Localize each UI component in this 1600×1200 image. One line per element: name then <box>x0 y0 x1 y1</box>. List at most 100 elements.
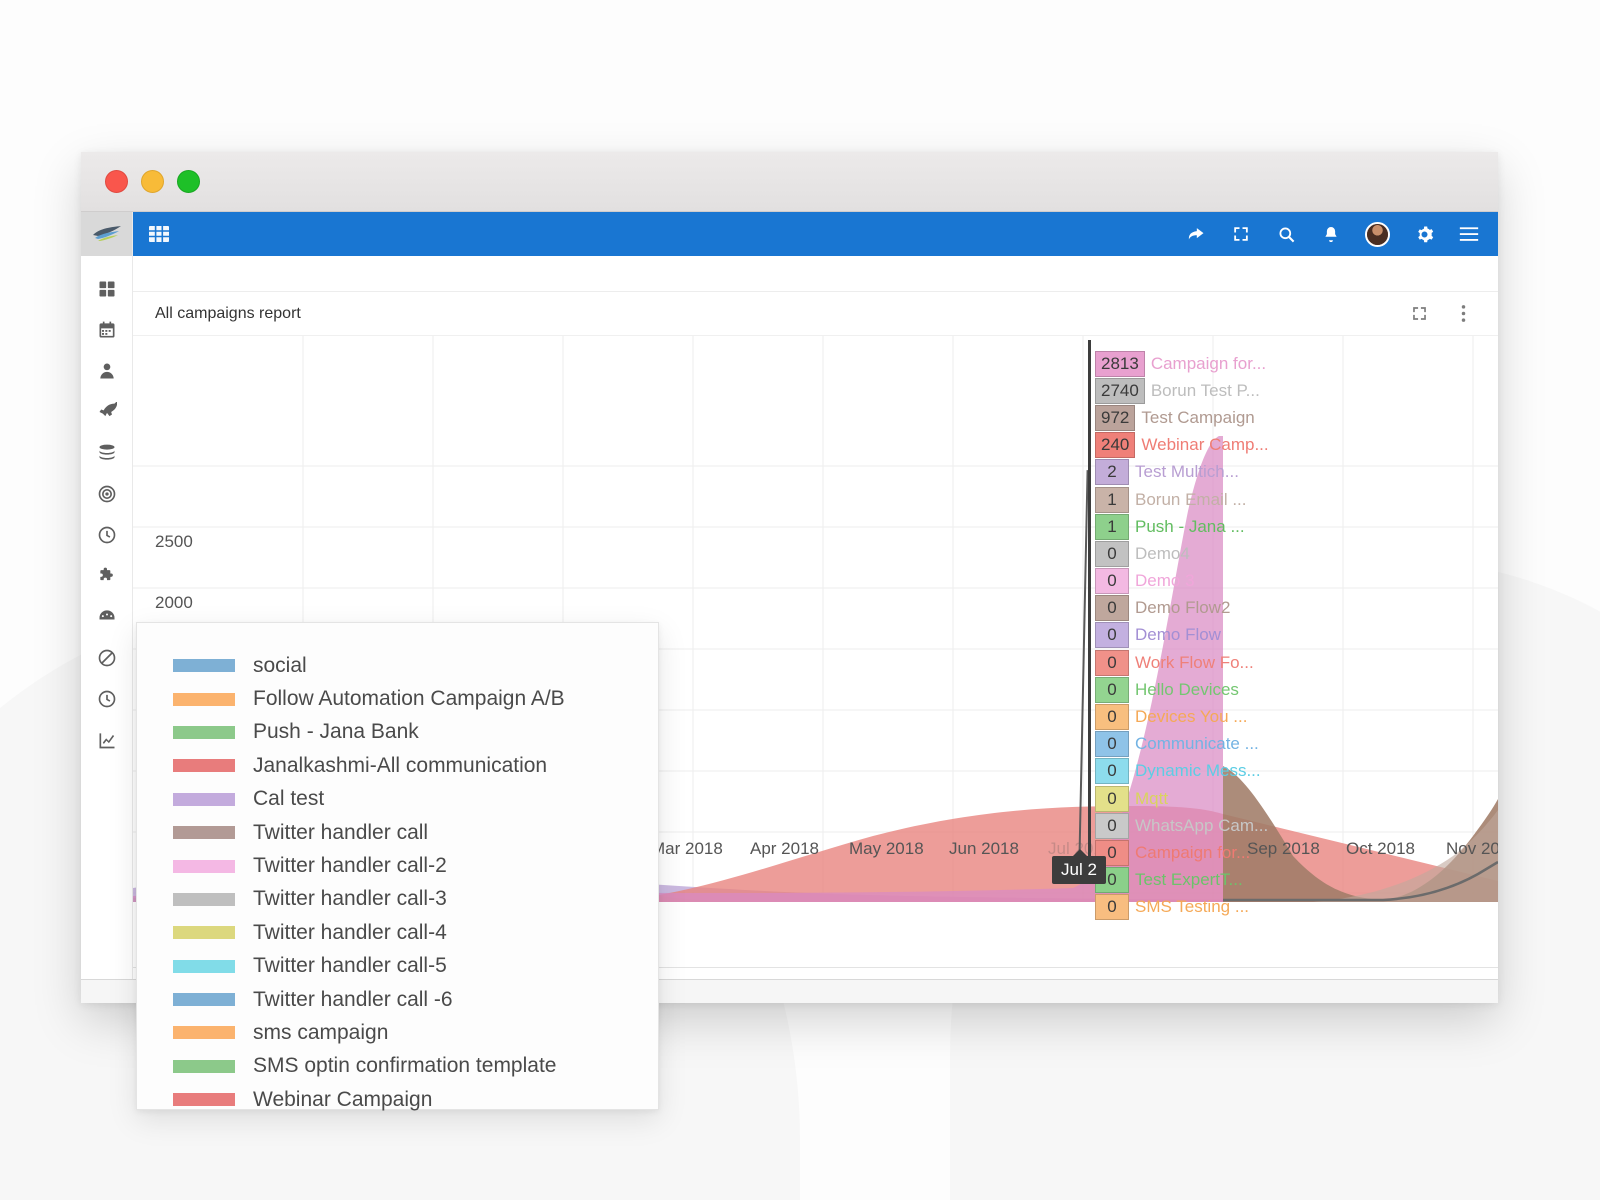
legend-swatch <box>173 926 235 940</box>
tooltip-value: 2813 <box>1095 350 1145 377</box>
app-logo[interactable] <box>81 212 132 256</box>
legend-label: Webinar Campaign <box>253 1087 433 1111</box>
legend-item[interactable]: Webinar Campaign <box>173 1083 658 1116</box>
panel-expand-button[interactable] <box>1408 303 1430 325</box>
top-toolbar <box>133 212 1498 256</box>
gear-icon <box>1417 226 1433 242</box>
tooltip-value: 0 <box>1095 622 1129 649</box>
sidebar-item-goals[interactable] <box>96 483 118 505</box>
legend-label: Twitter handler call-2 <box>253 854 447 878</box>
legend-item[interactable]: Follow Automation Campaign A/B <box>173 682 658 715</box>
tooltip-series-name: Test ExpertT... <box>1135 870 1243 890</box>
legend-swatch <box>173 759 235 773</box>
sidebar-item-schedule[interactable] <box>96 524 118 546</box>
bell-icon <box>1325 226 1337 242</box>
tooltip-series-name: Demo Flow2 <box>1135 598 1231 618</box>
page-title: All campaigns report <box>155 304 301 322</box>
tooltip-series-name: Devices You ... <box>1135 707 1248 727</box>
tooltip-value: 0 <box>1095 894 1129 921</box>
series-hover-tooltip: 2813 Campaign for... 2740 Borun Test P... 97… <box>1095 350 1495 921</box>
tooltip-row: 1 Push - Jana ... <box>1095 513 1495 540</box>
tooltip-row: 0 Hello Devices <box>1095 676 1495 703</box>
fullscreen-button[interactable] <box>1230 223 1252 245</box>
legend-item[interactable]: SMS optin confirmation template <box>173 1050 658 1083</box>
legend-item[interactable]: Twitter handler call -6 <box>173 983 658 1016</box>
tooltip-row: 0 WhatsApp Cam... <box>1095 812 1495 839</box>
legend-item[interactable]: Twitter handler call <box>173 816 658 849</box>
legend-item[interactable]: Janalkashmi-All communication <box>173 749 658 782</box>
tooltip-row: 2 Test Multich... <box>1095 459 1495 486</box>
tooltip-row: 0 Communicate ... <box>1095 731 1495 758</box>
window-close-button[interactable] <box>105 170 128 193</box>
legend-label: Twitter handler call -6 <box>253 987 453 1011</box>
tooltip-row: 0 Work Flow Fo... <box>1095 649 1495 676</box>
person-icon <box>99 363 114 379</box>
hamburger-button[interactable] <box>1458 223 1480 245</box>
legend-swatch <box>173 1026 235 1040</box>
tooltip-value: 0 <box>1095 704 1129 731</box>
tooltip-value: 0 <box>1095 595 1129 622</box>
tooltip-series-name: Borun Email ... <box>1135 489 1247 509</box>
panel-header: All campaigns report <box>133 292 1498 336</box>
tooltip-value: 0 <box>1095 568 1129 595</box>
grid-table-icon <box>149 226 169 242</box>
y-axis-label-2000: 2000 <box>155 593 193 612</box>
legend-label: SMS optin confirmation template <box>253 1054 557 1078</box>
legend-item[interactable]: Twitter handler call-2 <box>173 849 658 882</box>
legend-swatch <box>173 993 235 1007</box>
legend-item[interactable]: Push - Jana Bank <box>173 716 658 749</box>
legend-label: Janalkashmi-All communication <box>253 753 548 777</box>
search-button[interactable] <box>1275 223 1297 245</box>
settings-button[interactable] <box>1413 223 1435 245</box>
legend-label: Cal test <box>253 787 325 811</box>
legend-label: Push - Jana Bank <box>253 720 419 744</box>
window-minimize-button[interactable] <box>141 170 164 193</box>
window-titlebar <box>81 152 1498 212</box>
calendar-icon <box>99 321 114 338</box>
sidebar-item-integrations[interactable] <box>96 565 118 587</box>
legend-swatch <box>173 826 235 840</box>
dashboard-grid-icon <box>99 281 114 297</box>
sidebar-item-suppression[interactable] <box>96 647 118 669</box>
hamburger-icon <box>1459 227 1479 241</box>
sidebar-item-dashboard[interactable] <box>96 278 118 300</box>
menu-toggle-button[interactable] <box>149 223 171 245</box>
avatar[interactable] <box>1365 221 1390 247</box>
sidebar-item-analytics-gauge[interactable] <box>96 606 118 628</box>
tooltip-value: 2740 <box>1095 377 1145 404</box>
tooltip-series-name: Webinar Camp... <box>1141 435 1269 455</box>
tooltip-series-name: Borun Test P... <box>1150 380 1260 400</box>
tooltip-series-name: Demo4 <box>1135 543 1190 563</box>
tooltip-row: 2813 Campaign for... <box>1095 350 1495 377</box>
chart-legend[interactable]: social Follow Automation Campaign A/B Push… <box>136 622 659 1111</box>
legend-label: Twitter handler call <box>253 820 429 844</box>
panel-menu-button[interactable] <box>1452 303 1474 325</box>
legend-swatch <box>173 892 235 906</box>
share-button[interactable] <box>1185 223 1207 245</box>
legend-item[interactable]: Twitter handler call-5 <box>173 950 658 983</box>
legend-item[interactable]: Twitter handler call-3 <box>173 883 658 916</box>
logo-icon <box>92 226 121 241</box>
tooltip-row: 0 Demo 3 <box>1095 568 1495 595</box>
sidebar-items <box>81 256 132 751</box>
target-icon <box>98 485 115 503</box>
sidebar-item-contacts[interactable] <box>96 360 118 382</box>
tooltip-value: 0 <box>1095 812 1129 839</box>
search-icon <box>1278 226 1294 242</box>
legend-item[interactable]: Twitter handler call-4 <box>173 916 658 949</box>
sidebar-item-data[interactable] <box>96 442 118 464</box>
tooltip-row: 0 Demo Flow2 <box>1095 595 1495 622</box>
sidebar-item-history[interactable] <box>96 688 118 710</box>
legend-item[interactable]: sms campaign <box>173 1016 658 1049</box>
tooltip-series-name: Demo Flow <box>1135 625 1221 645</box>
legend-item[interactable]: social <box>173 649 658 682</box>
sidebar-item-campaigns[interactable] <box>96 401 118 423</box>
window-maximize-button[interactable] <box>177 170 200 193</box>
legend-item[interactable]: Cal test <box>173 783 658 816</box>
sidebar-item-reports[interactable] <box>96 729 118 751</box>
notifications-button[interactable] <box>1320 223 1342 245</box>
sidebar-item-calendar[interactable] <box>96 319 118 341</box>
tooltip-row: 0 Campaign for... <box>1095 839 1495 866</box>
avatar-image <box>1367 223 1388 245</box>
tooltip-series-name: Campaign for... <box>1135 842 1251 862</box>
